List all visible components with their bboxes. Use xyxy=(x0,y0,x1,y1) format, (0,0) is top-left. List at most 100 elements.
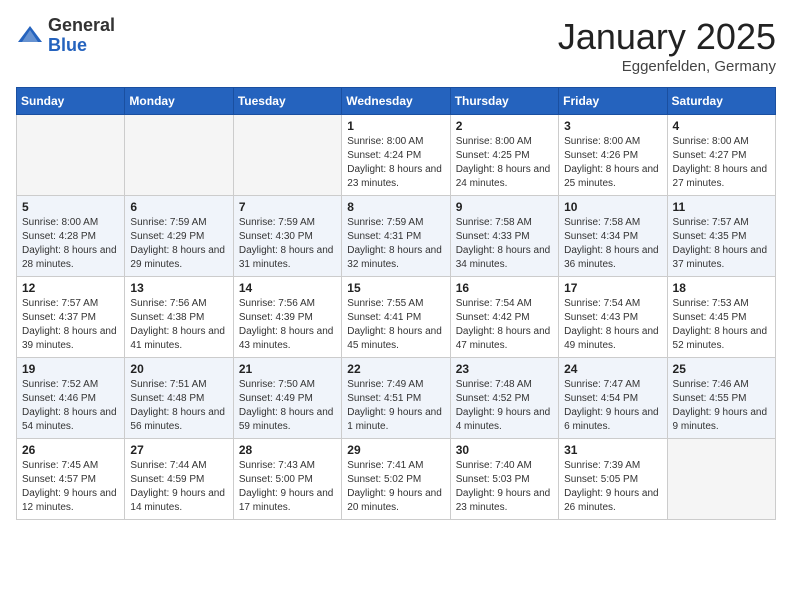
day-number: 25 xyxy=(673,362,770,376)
calendar-day-cell: 11Sunrise: 7:57 AM Sunset: 4:35 PM Dayli… xyxy=(667,196,775,277)
day-number: 11 xyxy=(673,200,770,214)
day-info: Sunrise: 8:00 AM Sunset: 4:27 PM Dayligh… xyxy=(673,135,770,191)
day-info: Sunrise: 7:43 AM Sunset: 5:00 PM Dayligh… xyxy=(239,459,336,515)
day-info: Sunrise: 7:39 AM Sunset: 5:05 PM Dayligh… xyxy=(564,459,661,515)
logo-blue: Blue xyxy=(48,36,115,56)
day-info: Sunrise: 7:58 AM Sunset: 4:34 PM Dayligh… xyxy=(564,216,661,272)
calendar-day-cell: 28 Sunrise: 7:43 AM Sunset: 5:00 PM Dayli… xyxy=(233,439,341,520)
weekday-header: Sunday xyxy=(17,88,125,115)
day-info: Sunrise: 7:49 AM Sunset: 4:51 PM Dayligh… xyxy=(347,378,444,434)
calendar-day-cell xyxy=(233,115,341,196)
calendar-title: January 2025 xyxy=(558,16,776,58)
day-info: Sunrise: 7:57 AM Sunset: 4:37 PM Dayligh… xyxy=(22,297,119,353)
calendar-day-cell xyxy=(17,115,125,196)
day-info: Sunrise: 7:54 AM Sunset: 4:43 PM Dayligh… xyxy=(564,297,661,353)
day-info: Sunrise: 7:56 AM Sunset: 4:38 PM Dayligh… xyxy=(130,297,227,353)
day-info: Sunrise: 7:58 AM Sunset: 4:33 PM Dayligh… xyxy=(456,216,553,272)
day-number: 16 xyxy=(456,281,553,295)
calendar-day-cell: 16 Sunrise: 7:54 AM Sunset: 4:42 PM Dayli… xyxy=(450,277,558,358)
day-number: 6 xyxy=(130,200,227,214)
day-number: 5 xyxy=(22,200,119,214)
day-number: 14 xyxy=(239,281,336,295)
calendar-day-cell: 3 Sunrise: 8:00 AM Sunset: 4:26 PM Daylig… xyxy=(559,115,667,196)
weekday-header: Monday xyxy=(125,88,233,115)
day-number: 15 xyxy=(347,281,444,295)
calendar-day-cell: 23Sunrise: 7:48 AM Sunset: 4:52 PM Dayli… xyxy=(450,358,558,439)
day-info: Sunrise: 7:55 AM Sunset: 4:41 PM Dayligh… xyxy=(347,297,444,353)
weekday-header: Saturday xyxy=(667,88,775,115)
calendar-week-row: 19Sunrise: 7:52 AM Sunset: 4:46 PM Dayli… xyxy=(17,358,776,439)
calendar-day-cell: 19Sunrise: 7:52 AM Sunset: 4:46 PM Dayli… xyxy=(17,358,125,439)
day-number: 10 xyxy=(564,200,661,214)
day-info: Sunrise: 7:46 AM Sunset: 4:55 PM Dayligh… xyxy=(673,378,770,434)
logo-text: General Blue xyxy=(48,16,115,56)
day-info: Sunrise: 7:52 AM Sunset: 4:46 PM Dayligh… xyxy=(22,378,119,434)
day-number: 23 xyxy=(456,362,553,376)
weekday-header: Tuesday xyxy=(233,88,341,115)
page-header: General Blue January 2025 Eggenfelden, G… xyxy=(16,16,776,75)
calendar-day-cell: 17 Sunrise: 7:54 AM Sunset: 4:43 PM Dayli… xyxy=(559,277,667,358)
weekday-header: Wednesday xyxy=(342,88,450,115)
day-number: 3 xyxy=(564,119,661,133)
calendar-day-cell xyxy=(125,115,233,196)
day-info: Sunrise: 7:53 AM Sunset: 4:45 PM Dayligh… xyxy=(673,297,770,353)
day-number: 28 xyxy=(239,443,336,457)
day-number: 30 xyxy=(456,443,553,457)
day-number: 21 xyxy=(239,362,336,376)
day-number: 27 xyxy=(130,443,227,457)
logo: General Blue xyxy=(16,16,115,56)
day-info: Sunrise: 8:00 AM Sunset: 4:26 PM Dayligh… xyxy=(564,135,661,191)
calendar-day-cell: 1 Sunrise: 8:00 AM Sunset: 4:24 PM Daylig… xyxy=(342,115,450,196)
day-number: 1 xyxy=(347,119,444,133)
day-info: Sunrise: 7:44 AM Sunset: 4:59 PM Dayligh… xyxy=(130,459,227,515)
day-number: 8 xyxy=(347,200,444,214)
calendar-day-cell: 25 Sunrise: 7:46 AM Sunset: 4:55 PM Dayli… xyxy=(667,358,775,439)
calendar-day-cell: 26 Sunrise: 7:45 AM Sunset: 4:57 PM Dayli… xyxy=(17,439,125,520)
day-info: Sunrise: 7:45 AM Sunset: 4:57 PM Dayligh… xyxy=(22,459,119,515)
logo-icon xyxy=(16,22,44,50)
day-info: Sunrise: 8:00 AM Sunset: 4:28 PM Dayligh… xyxy=(22,216,119,272)
day-number: 24 xyxy=(564,362,661,376)
weekday-header: Friday xyxy=(559,88,667,115)
calendar-week-row: 5 Sunrise: 8:00 AM Sunset: 4:28 PM Daylig… xyxy=(17,196,776,277)
day-number: 29 xyxy=(347,443,444,457)
day-number: 18 xyxy=(673,281,770,295)
day-info: Sunrise: 7:40 AM Sunset: 5:03 PM Dayligh… xyxy=(456,459,553,515)
calendar-day-cell xyxy=(667,439,775,520)
day-info: Sunrise: 8:00 AM Sunset: 4:24 PM Dayligh… xyxy=(347,135,444,191)
day-info: Sunrise: 7:59 AM Sunset: 4:31 PM Dayligh… xyxy=(347,216,444,272)
calendar-day-cell: 31 Sunrise: 7:39 AM Sunset: 5:05 PM Dayli… xyxy=(559,439,667,520)
day-number: 4 xyxy=(673,119,770,133)
calendar-day-cell: 7 Sunrise: 7:59 AM Sunset: 4:30 PM Daylig… xyxy=(233,196,341,277)
day-info: Sunrise: 7:51 AM Sunset: 4:48 PM Dayligh… xyxy=(130,378,227,434)
day-number: 26 xyxy=(22,443,119,457)
day-number: 31 xyxy=(564,443,661,457)
day-number: 7 xyxy=(239,200,336,214)
day-number: 2 xyxy=(456,119,553,133)
day-info: Sunrise: 7:59 AM Sunset: 4:29 PM Dayligh… xyxy=(130,216,227,272)
calendar-day-cell: 14Sunrise: 7:56 AM Sunset: 4:39 PM Dayli… xyxy=(233,277,341,358)
calendar-week-row: 1 Sunrise: 8:00 AM Sunset: 4:24 PM Daylig… xyxy=(17,115,776,196)
day-number: 9 xyxy=(456,200,553,214)
calendar-header-row: SundayMondayTuesdayWednesdayThursdayFrid… xyxy=(17,88,776,115)
calendar-week-row: 12 Sunrise: 7:57 AM Sunset: 4:37 PM Dayli… xyxy=(17,277,776,358)
day-number: 12 xyxy=(22,281,119,295)
day-number: 17 xyxy=(564,281,661,295)
calendar-day-cell: 10 Sunrise: 7:58 AM Sunset: 4:34 PM Dayli… xyxy=(559,196,667,277)
day-info: Sunrise: 7:54 AM Sunset: 4:42 PM Dayligh… xyxy=(456,297,553,353)
calendar-day-cell: 5 Sunrise: 8:00 AM Sunset: 4:28 PM Daylig… xyxy=(17,196,125,277)
day-info: Sunrise: 7:41 AM Sunset: 5:02 PM Dayligh… xyxy=(347,459,444,515)
calendar-day-cell: 20Sunrise: 7:51 AM Sunset: 4:48 PM Dayli… xyxy=(125,358,233,439)
calendar-day-cell: 15 Sunrise: 7:55 AM Sunset: 4:41 PM Dayli… xyxy=(342,277,450,358)
day-info: Sunrise: 7:50 AM Sunset: 4:49 PM Dayligh… xyxy=(239,378,336,434)
calendar-day-cell: 9 Sunrise: 7:58 AM Sunset: 4:33 PM Daylig… xyxy=(450,196,558,277)
title-block: January 2025 Eggenfelden, Germany xyxy=(558,16,776,75)
calendar-day-cell: 29 Sunrise: 7:41 AM Sunset: 5:02 PM Dayli… xyxy=(342,439,450,520)
calendar-day-cell: 27 Sunrise: 7:44 AM Sunset: 4:59 PM Dayli… xyxy=(125,439,233,520)
calendar-day-cell: 30 Sunrise: 7:40 AM Sunset: 5:03 PM Dayli… xyxy=(450,439,558,520)
calendar-day-cell: 24Sunrise: 7:47 AM Sunset: 4:54 PM Dayli… xyxy=(559,358,667,439)
calendar-day-cell: 12 Sunrise: 7:57 AM Sunset: 4:37 PM Dayli… xyxy=(17,277,125,358)
day-info: Sunrise: 7:59 AM Sunset: 4:30 PM Dayligh… xyxy=(239,216,336,272)
calendar-table: SundayMondayTuesdayWednesdayThursdayFrid… xyxy=(16,87,776,520)
calendar-day-cell: 8 Sunrise: 7:59 AM Sunset: 4:31 PM Daylig… xyxy=(342,196,450,277)
